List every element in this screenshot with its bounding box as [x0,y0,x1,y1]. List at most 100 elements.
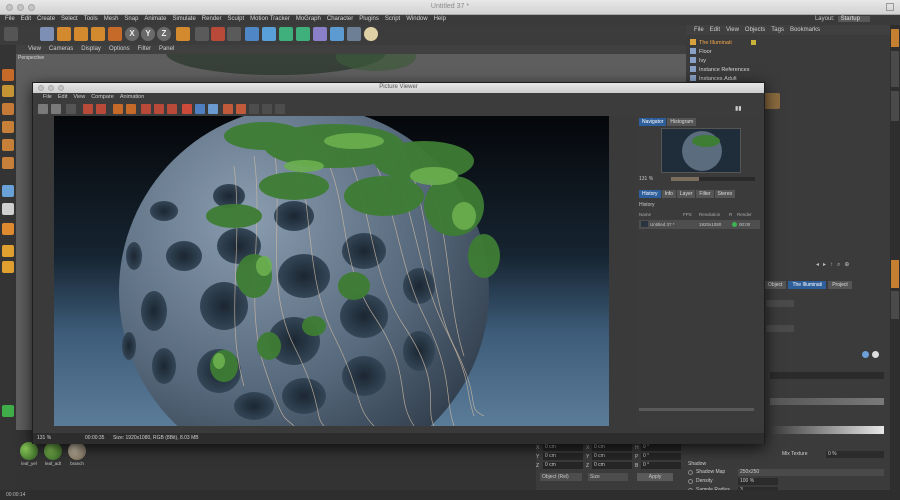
main-menu-item[interactable]: Help [434,16,446,22]
rotation-field[interactable]: 0 ° [641,462,681,469]
region-render-icon[interactable] [223,104,233,114]
apply-button[interactable]: Apply [637,473,673,481]
prev-frame-icon[interactable] [249,104,259,114]
history-column-header[interactable]: FPS [683,212,699,220]
attribute-tab[interactable]: Project [828,281,852,289]
size-field[interactable]: 0 cm [592,444,632,451]
history-column-header[interactable]: Render [737,212,760,220]
layers-tab[interactable] [891,291,899,319]
layout-dropdown[interactable]: Startup [837,16,870,22]
size-field[interactable]: 0 cm [592,453,632,460]
render-stop-icon[interactable] [96,104,106,114]
pv-menu-item[interactable]: Animation [120,93,144,102]
copy-icon[interactable] [66,104,76,114]
panel-toggle-icon[interactable]: ▮▮ [735,105,759,113]
attribute-tab[interactable]: Object [764,281,787,289]
lock-workplane-icon[interactable] [2,245,14,257]
position-field[interactable]: 0 cm [543,462,583,469]
attribute-value[interactable]: 250x250 [738,469,884,476]
main-menu-item[interactable]: Edit [21,16,31,22]
viewport-menu-item[interactable]: Options [109,45,130,54]
main-menu-item[interactable]: Animate [144,16,166,22]
zoom-actual-icon[interactable] [208,104,218,114]
rendered-image[interactable] [54,116,609,426]
object-menu-item[interactable]: View [726,25,739,35]
rotation-field[interactable]: 0 ° [641,444,681,451]
history-row[interactable]: Untitled 37 * 1920x1080 00:00 [639,220,760,229]
main-menu-item[interactable]: File [5,16,15,22]
coordinate-mode-dropdown[interactable]: Object (Rel) [540,473,582,481]
play-icon[interactable] [275,104,285,114]
side-panel-scroll-thumb[interactable] [639,408,754,411]
size-field[interactable]: 0 cm [592,462,632,469]
viewport-menu-item[interactable]: View [28,45,41,54]
render-start-icon[interactable] [83,104,93,114]
object-menu-item[interactable]: File [694,25,704,35]
rotation-field[interactable]: 0 ° [641,453,681,460]
points-mode-icon[interactable] [2,121,14,133]
attribute-slider[interactable] [770,372,884,379]
floor-icon[interactable] [330,27,344,41]
structure-tab[interactable] [891,91,899,121]
attribute-toggle-icon[interactable] [688,479,693,484]
material-swatch[interactable]: leaf_adt [42,442,64,466]
ab-swap-icon[interactable] [126,104,136,114]
attribute-value[interactable]: 100 % [738,478,778,485]
viewport-menu-item[interactable]: Panel [159,45,174,54]
camera-icon[interactable] [347,27,361,41]
side-panel-scrollbar[interactable] [635,406,764,414]
history-column-header[interactable]: Name [639,212,683,220]
main-menu-item[interactable]: Select [61,16,78,22]
history-tab[interactable]: History [639,190,661,198]
subdivision-icon[interactable] [262,27,276,41]
object-menu-item[interactable]: Objects [745,25,765,35]
objects-tab[interactable] [891,29,899,47]
timeline-icon[interactable] [2,405,14,417]
color-picker-icon[interactable] [862,351,869,358]
main-menu-item[interactable]: Sculpt [227,16,244,22]
set-a-icon[interactable] [141,104,151,114]
attribute-tab[interactable]: The Illuminati [788,281,827,289]
polygons-mode-icon[interactable] [2,157,14,169]
zoom-fit-icon[interactable] [195,104,205,114]
y-axis-lock-button[interactable]: Y [141,27,155,41]
live-selection-icon[interactable] [40,27,54,41]
undo-icon[interactable] [4,27,18,41]
move-icon[interactable] [57,27,71,41]
object-menu-item[interactable]: Tags [771,25,784,35]
cube-icon[interactable] [245,27,259,41]
history-tab[interactable]: Info [661,190,676,198]
pv-menu-item[interactable]: Edit [58,93,67,102]
snap-icon[interactable] [2,203,14,215]
attribute-toggle-icon[interactable] [688,470,693,475]
main-menu-item[interactable]: Window [406,16,427,22]
main-menu-item[interactable]: Mesh [104,16,119,22]
main-menu-item[interactable]: Simulate [172,16,195,22]
attribute-value[interactable]: 0 % [826,451,884,458]
scene-icon[interactable] [313,27,327,41]
render-settings-icon[interactable] [227,27,241,41]
save-image-icon[interactable] [51,104,61,114]
fullscreen-icon[interactable] [886,3,894,11]
coordinate-size-dropdown[interactable]: Size [588,473,628,481]
coordinate-system-icon[interactable] [176,27,190,41]
gradient-ramp[interactable] [770,426,884,434]
history-tab[interactable]: Filter [696,190,714,198]
content-browser-tab[interactable] [891,51,899,87]
pv-menu-item[interactable]: File [43,93,52,102]
object-menu-item[interactable]: Edit [710,25,720,35]
deformer-icon[interactable] [296,27,310,41]
texture-mode-icon[interactable] [2,103,14,115]
grid-icon[interactable] [2,261,14,273]
edges-mode-icon[interactable] [2,139,14,151]
light-icon[interactable] [364,27,378,41]
open-image-icon[interactable] [38,104,48,114]
material-tag-icon[interactable] [764,93,780,109]
attribute-field[interactable] [766,325,794,332]
full-screen-icon[interactable] [182,104,192,114]
axis-mode-icon[interactable] [2,185,14,197]
viewport-menu-item[interactable]: Cameras [49,45,73,54]
set-b-icon[interactable] [154,104,164,114]
pv-menu-item[interactable]: View [73,93,85,102]
history-column-header[interactable]: R [729,212,737,220]
